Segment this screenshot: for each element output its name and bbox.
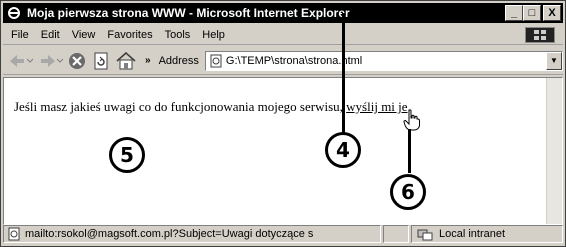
page-paragraph: Jeśli masz jakieś uwagi co do funkcjonow…: [14, 99, 411, 115]
callout-6-line: [408, 129, 411, 173]
menu-favorites[interactable]: Favorites: [101, 29, 158, 41]
forward-icon[interactable]: [37, 49, 63, 73]
address-dropdown-icon[interactable]: ▼: [546, 51, 562, 70]
status-pane-empty: [383, 225, 409, 243]
toolbar-overflow-chevron[interactable]: »: [145, 55, 151, 66]
status-zone-label: Local intranet: [439, 228, 506, 240]
vertical-scrollbar[interactable]: [546, 78, 562, 224]
status-text: mailto:rsokol@magsoft.com.pl?Subject=Uwa…: [25, 228, 314, 240]
title-bar[interactable]: Moja pierwsza strona WWW - Microsoft Int…: [3, 3, 563, 23]
status-page-icon: [7, 227, 21, 241]
window-title: Moja pierwsza strona WWW - Microsoft Int…: [27, 6, 350, 20]
windows-logo-icon: [525, 27, 555, 43]
address-bar[interactable]: G:\TEMP\strona\strona.html ▼: [204, 50, 563, 71]
menu-file[interactable]: File: [3, 29, 35, 41]
callout-4: 4: [325, 132, 361, 168]
menu-tools[interactable]: Tools: [159, 29, 197, 41]
status-text-pane: mailto:rsokol@magsoft.com.pl?Subject=Uwa…: [3, 225, 381, 243]
status-bar: mailto:rsokol@magsoft.com.pl?Subject=Uwa…: [3, 224, 563, 244]
menu-view[interactable]: View: [66, 29, 102, 41]
callout-4-line: [342, 13, 345, 133]
home-icon[interactable]: [115, 49, 137, 73]
menu-help[interactable]: Help: [196, 29, 231, 41]
ie-logo-icon: [5, 5, 23, 21]
browser-window: Moja pierwsza strona WWW - Microsoft Int…: [0, 0, 566, 247]
page-icon: [209, 54, 223, 68]
status-zone-pane: Local intranet: [411, 225, 563, 243]
address-label: Address: [158, 54, 199, 67]
refresh-icon[interactable]: [91, 49, 111, 73]
callout-6: 6: [390, 174, 426, 210]
page-content: Jeśli masz jakieś uwagi co do funkcjonow…: [3, 77, 563, 225]
toolbar: » Address G:\TEMP\strona\strona.html ▼: [3, 47, 563, 75]
mailto-link[interactable]: wyślij mi je: [346, 99, 407, 114]
stop-icon[interactable]: [67, 49, 87, 73]
back-icon[interactable]: [7, 49, 33, 73]
hand-cursor-icon: [403, 109, 421, 134]
close-button[interactable]: X: [543, 5, 561, 21]
intranet-zone-icon: [417, 227, 433, 241]
menu-bar: File Edit View Favorites Tools Help: [3, 25, 563, 45]
menu-edit[interactable]: Edit: [35, 29, 66, 41]
maximize-button[interactable]: □: [523, 5, 541, 21]
minimize-button[interactable]: _: [505, 5, 523, 21]
paragraph-text: Jeśli masz jakieś uwagi co do funkcjonow…: [14, 99, 347, 114]
callout-5: 5: [109, 137, 145, 173]
